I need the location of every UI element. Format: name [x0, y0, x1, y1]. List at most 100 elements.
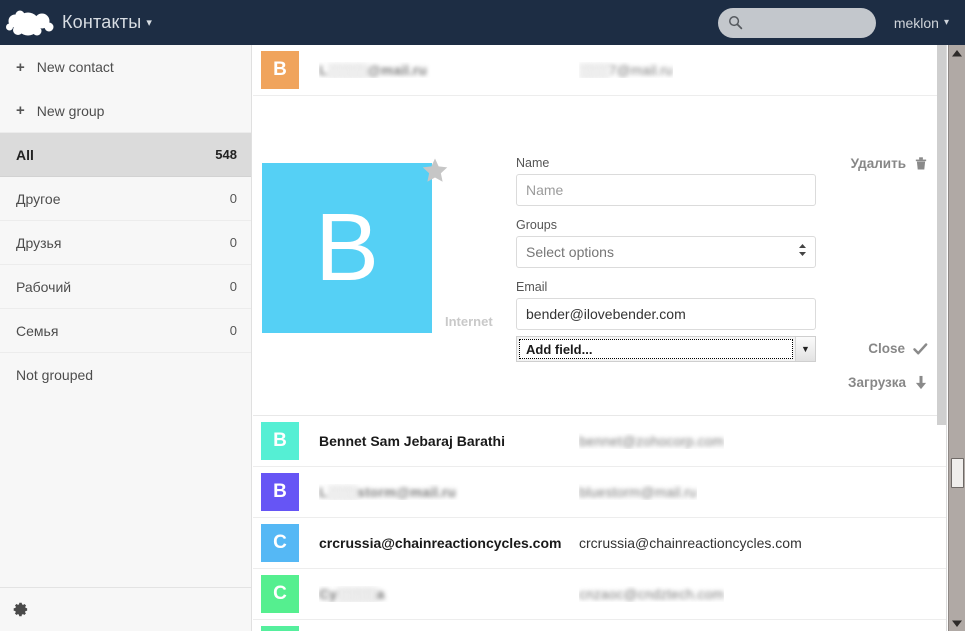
name-field-block: Name [516, 156, 818, 206]
sidebar-item-all[interactable]: All 548 [0, 133, 251, 177]
star-icon[interactable] [420, 156, 450, 191]
search-input[interactable] [747, 15, 865, 30]
search-box[interactable] [718, 8, 876, 38]
plus-icon: + [16, 60, 25, 75]
chevron-down-icon: ▾ [146, 16, 152, 29]
avatar-letter: B [273, 59, 287, 81]
sidebar-item-label: Друзья [16, 235, 61, 251]
upload-button[interactable]: Загрузка [848, 375, 928, 390]
avatar-letter: C [273, 583, 287, 605]
checkmark-icon [913, 342, 928, 356]
sidebar-item-label: Семья [16, 323, 58, 339]
table-row[interactable]: B L░░░storm@mail.ru bluestorm@mail.ru [253, 467, 946, 518]
up-down-caret-icon [798, 243, 807, 259]
chevron-down-icon[interactable]: ▼ [795, 337, 815, 361]
avatar-letter: B [273, 481, 287, 503]
sidebar-item-label: All [16, 147, 34, 163]
name-input[interactable] [516, 174, 816, 206]
gear-icon[interactable] [12, 601, 29, 618]
chevron-down-icon[interactable] [949, 615, 965, 631]
sidebar-item-count: 0 [230, 191, 237, 206]
table-row[interactable]: D Dartmoor Cycles | Shop shop@dartmoorcy… [253, 620, 946, 631]
avatar: D [261, 626, 299, 631]
delete-label: Удалить [851, 156, 906, 171]
contact-name: L░░░░@mail.ru [319, 62, 569, 78]
selected-contact-row[interactable]: B L░░░░@mail.ru ░░░7@mail.ru [253, 45, 946, 96]
header-right-area: meklon ▾ [718, 0, 965, 45]
plus-icon: + [16, 103, 25, 118]
contact-email: crcrussia@chainreactioncycles.com [579, 535, 802, 551]
internet-section-label: Internet [445, 314, 493, 329]
app-title-menu[interactable]: Контакты ▾ [62, 12, 152, 33]
sidebar: + New contact + New group All 548 Другое… [0, 45, 252, 631]
new-group-label: New group [37, 103, 105, 119]
add-field-label: Add field... [526, 342, 592, 357]
new-contact-button[interactable]: + New contact [0, 45, 251, 89]
new-contact-label: New contact [37, 59, 114, 75]
sidebar-item-label: Другое [16, 191, 60, 207]
trash-icon [914, 156, 928, 171]
sidebar-item-semya[interactable]: Семья 0 [0, 309, 251, 353]
avatar: C [261, 524, 299, 562]
name-label: Name [516, 156, 818, 170]
page-title: Контакты [62, 12, 141, 33]
groups-field-block: Groups Select options [516, 218, 818, 268]
new-group-button[interactable]: + New group [0, 89, 251, 133]
avatar-letter: B [315, 200, 379, 296]
contact-detail-panel: B Internet Name Groups Select options [253, 96, 946, 416]
delete-button[interactable]: Удалить [851, 156, 928, 171]
contact-name: Cy░░░░a [319, 586, 569, 602]
sidebar-item-drugoe[interactable]: Другое 0 [0, 177, 251, 221]
add-field-select[interactable]: Add field... [519, 339, 793, 359]
contact-name: L░░░storm@mail.ru [319, 484, 569, 500]
avatar-letter: B [273, 430, 287, 452]
inner-scrollbar-thumb[interactable] [937, 45, 946, 425]
contact-name: crcrussia@chainreactioncycles.com [319, 535, 569, 551]
avatar: B [261, 51, 299, 89]
scrollbar-thumb[interactable] [951, 458, 964, 488]
sidebar-footer [0, 587, 251, 631]
search-icon [728, 15, 743, 30]
user-menu[interactable]: meklon ▾ [894, 15, 949, 31]
avatar: B [261, 473, 299, 511]
sidebar-item-not-grouped[interactable]: Not grouped [0, 353, 251, 397]
page-scrollbar[interactable] [948, 45, 965, 631]
close-label: Close [868, 341, 905, 356]
avatar: B [261, 422, 299, 460]
sidebar-item-count: 548 [215, 147, 237, 162]
sidebar-item-count: 0 [230, 323, 237, 338]
sidebar-item-druzya[interactable]: Друзья 0 [0, 221, 251, 265]
upload-label: Загрузка [848, 375, 906, 390]
email-field-block: Email [516, 280, 818, 330]
sidebar-item-count: 0 [230, 279, 237, 294]
chevron-down-icon: ▾ [944, 17, 949, 28]
owncloud-cloud-logo[interactable] [0, 0, 62, 45]
sidebar-item-label: Рабочий [16, 279, 71, 295]
contact-email: cnzaoc@cndztech.com [579, 586, 724, 602]
contact-list: B Bennet Sam Jebaraj Barathi bennet@zoho… [253, 416, 946, 631]
sidebar-item-label: Not grouped [16, 367, 93, 383]
contact-avatar-large[interactable]: B [262, 163, 432, 333]
download-arrow-icon [914, 375, 928, 390]
contact-email: ░░░7@mail.ru [579, 62, 673, 78]
email-label: Email [516, 280, 818, 294]
close-button[interactable]: Close [868, 341, 928, 356]
content-area: B L░░░░@mail.ru ░░░7@mail.ru B Internet … [253, 45, 947, 631]
table-row[interactable]: C Cy░░░░a cnzaoc@cndztech.com [253, 569, 946, 620]
chevron-up-icon[interactable] [949, 45, 965, 61]
groups-label: Groups [516, 218, 818, 232]
table-row[interactable]: B Bennet Sam Jebaraj Barathi bennet@zoho… [253, 416, 946, 467]
groups-select-value: Select options [526, 244, 614, 260]
groups-select[interactable]: Select options [516, 236, 816, 268]
table-row[interactable]: C crcrussia@chainreactioncycles.com crcr… [253, 518, 946, 569]
add-field-dropdown[interactable]: Add field... ▼ [516, 336, 816, 362]
contact-email: bennet@zohocorp.com [579, 433, 724, 449]
contact-email: bluestorm@mail.ru [579, 484, 697, 500]
avatar-letter: C [273, 532, 287, 554]
email-input[interactable] [516, 298, 816, 330]
sidebar-item-rabochiy[interactable]: Рабочий 0 [0, 265, 251, 309]
app-header: Контакты ▾ meklon ▾ [0, 0, 965, 45]
sidebar-item-count: 0 [230, 235, 237, 250]
user-menu-label: meklon [894, 15, 939, 31]
contact-form: Name Groups Select options [516, 156, 818, 362]
